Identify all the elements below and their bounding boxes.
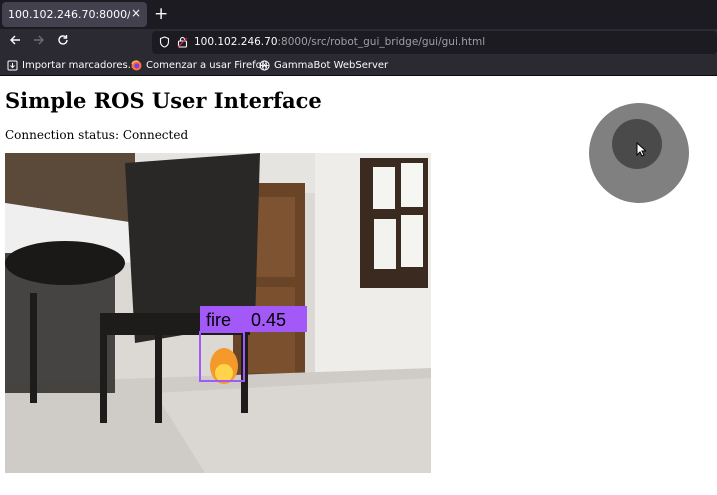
- mouse-cursor-icon: [636, 142, 646, 157]
- camera-image: fire 0.45: [5, 153, 431, 473]
- detection-score: 0.45: [251, 310, 286, 330]
- globe-icon: [259, 60, 270, 71]
- arrow-left-icon: [10, 35, 20, 45]
- url-path: :8000/src/robot_gui_bridge/gui/gui.html: [277, 36, 486, 48]
- camera-feed: fire 0.45: [5, 153, 431, 473]
- new-tab-button[interactable]: +: [154, 4, 168, 24]
- back-button[interactable]: [6, 33, 24, 51]
- fire-core: [215, 364, 233, 382]
- browser-tab[interactable]: 100.102.246.70:8000/src/robot_gui_bridge…: [2, 2, 147, 27]
- shield-icon[interactable]: [159, 36, 170, 48]
- bookmark-import[interactable]: Importar marcadores...: [7, 58, 137, 73]
- browser-tab-bar: 100.102.246.70:8000/src/robot_gui_bridge…: [0, 0, 717, 29]
- bookmark-label: Comenzar a usar Firefox: [146, 60, 268, 71]
- window-pane: [401, 163, 423, 207]
- import-icon: [7, 60, 18, 71]
- window-pane: [374, 219, 396, 269]
- bookmark-label: Importar marcadores...: [22, 60, 138, 71]
- arrow-right-icon: [34, 35, 44, 45]
- chair-leg: [100, 323, 107, 423]
- address-bar[interactable]: 100.102.246.70:8000/src/robot_gui_bridge…: [152, 31, 717, 54]
- bookmark-firefox[interactable]: Comenzar a usar Firefox: [131, 58, 267, 73]
- reload-button[interactable]: [54, 33, 72, 51]
- bookmark-label: GammaBot WebServer: [274, 60, 389, 71]
- url-text[interactable]: 100.102.246.70:8000/src/robot_gui_bridge…: [194, 35, 485, 50]
- bookmarks-bar: Importar marcadores... Comenzar a usar F…: [0, 56, 717, 76]
- insecure-lock-icon[interactable]: [177, 36, 188, 48]
- table: [5, 241, 125, 285]
- status-value: Connected: [122, 128, 189, 142]
- forward-button[interactable]: [30, 33, 48, 51]
- tab-title: 100.102.246.70:8000/src/robot_gui_bridge…: [8, 8, 130, 21]
- bookmark-gammabot[interactable]: GammaBot WebServer: [259, 58, 388, 73]
- firefox-icon: [131, 60, 142, 71]
- chair-leg: [155, 333, 162, 423]
- reload-icon: [58, 35, 68, 45]
- url-host: 100.102.246.70: [194, 36, 278, 48]
- page-title: Simple ROS User Interface: [5, 88, 322, 113]
- chair-leg: [30, 293, 37, 403]
- window-pane: [373, 167, 395, 209]
- floor-light: [155, 378, 431, 473]
- close-tab-icon[interactable]: ×: [131, 6, 141, 20]
- detection-label: fire: [206, 310, 231, 330]
- status-label: Connection status:: [5, 128, 119, 142]
- connection-status: Connection status: Connected: [5, 128, 188, 142]
- browser-nav-bar: 100.102.246.70:8000/src/robot_gui_bridge…: [0, 29, 717, 56]
- window-pane: [401, 215, 423, 267]
